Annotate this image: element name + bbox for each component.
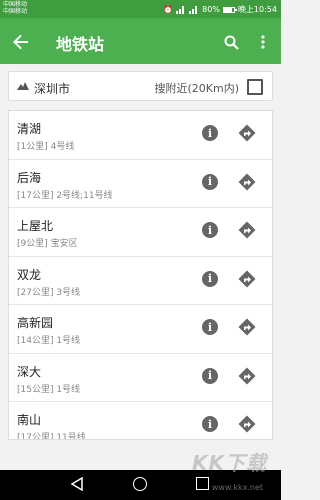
station-name: 后海 bbox=[17, 170, 42, 185]
info-icon[interactable]: i bbox=[202, 125, 218, 141]
station-row[interactable]: 南山 [17公里] 11号线 i bbox=[9, 402, 272, 440]
carrier-2: 中国移动 bbox=[3, 8, 28, 15]
station-detail: [1公里] 4号线 bbox=[17, 142, 75, 152]
watermark-logo: KK下载 bbox=[192, 451, 267, 475]
station-detail: [17公里] 11号线 bbox=[17, 433, 86, 440]
station-row[interactable]: 清湖 [1公里] 4号线 i bbox=[9, 111, 272, 160]
station-detail: [17公里] 2号线;11号线 bbox=[17, 190, 113, 201]
battery-icon bbox=[222, 6, 237, 13]
city-selector[interactable]: 深圳市 bbox=[34, 80, 70, 97]
info-icon[interactable]: i bbox=[202, 367, 218, 384]
station-name: 上屋北 bbox=[17, 219, 54, 233]
battery-text: 80% bbox=[202, 5, 220, 14]
back-button[interactable] bbox=[8, 29, 34, 55]
more-vert-icon bbox=[261, 35, 265, 49]
status-time: 晚上10:54 bbox=[237, 5, 277, 14]
signal-icon bbox=[176, 5, 186, 14]
station-name: 深大 bbox=[17, 364, 42, 379]
station-row[interactable]: 上屋北 [9公里] 宝安区 i bbox=[9, 208, 272, 257]
directions-icon[interactable] bbox=[238, 415, 256, 433]
nearby-checkbox[interactable] bbox=[247, 79, 263, 95]
directions-icon[interactable] bbox=[238, 367, 256, 385]
city-dropdown-icon[interactable] bbox=[17, 82, 29, 90]
carrier-1: 中国移动 bbox=[3, 1, 28, 8]
info-icon[interactable]: i bbox=[202, 319, 218, 335]
info-icon[interactable]: i bbox=[202, 270, 218, 287]
station-name: 清湖 bbox=[17, 122, 42, 136]
signal-icon-2 bbox=[189, 5, 199, 14]
arrow-back-icon bbox=[13, 34, 28, 50]
nav-home-icon[interactable] bbox=[133, 477, 147, 491]
station-name: 高新园 bbox=[17, 316, 54, 330]
directions-icon[interactable] bbox=[238, 124, 256, 142]
search-icon bbox=[224, 35, 239, 50]
station-row[interactable]: 高新园 [14公里] 1号线 i bbox=[9, 305, 272, 354]
directions-icon[interactable] bbox=[238, 221, 256, 239]
watermark-url: www.kkx.net bbox=[211, 483, 263, 492]
station-list: 清湖 [1公里] 4号线 i 后海 [17公里] 2号线;11号线 i 上屋北 [9公里] 宝… bbox=[8, 110, 273, 440]
search-button[interactable] bbox=[218, 29, 244, 55]
station-name: 双龙 bbox=[17, 267, 42, 282]
status-icons: ⏰ 80% 晚上10:54 bbox=[163, 4, 277, 15]
station-row[interactable]: 后海 [17公里] 2号线;11号线 i bbox=[9, 160, 272, 208]
station-detail: [9公里] 宝安区 bbox=[17, 239, 78, 249]
station-detail: [14公里] 1号线 bbox=[17, 336, 81, 346]
info-icon[interactable]: i bbox=[202, 173, 218, 190]
station-row[interactable]: 深大 [15公里] 1号线 i bbox=[9, 354, 272, 402]
station-detail: [15公里] 1号线 bbox=[17, 384, 81, 395]
alarm-icon: ⏰ bbox=[163, 5, 174, 14]
page-title: 地铁站 bbox=[56, 35, 105, 54]
info-icon[interactable]: i bbox=[202, 222, 218, 238]
app-bar: 地铁站 bbox=[0, 18, 281, 64]
station-name: 南山 bbox=[17, 413, 42, 427]
directions-icon[interactable] bbox=[238, 318, 256, 336]
info-icon[interactable]: i bbox=[202, 416, 218, 432]
carrier-info: 中国移动 中国移动 bbox=[3, 1, 27, 15]
more-options-button[interactable] bbox=[253, 29, 273, 55]
station-row[interactable]: 双龙 [27公里] 3号线 i bbox=[9, 257, 272, 305]
filter-bar: 深圳市 搜附近(20Km内) bbox=[8, 71, 273, 101]
directions-icon[interactable] bbox=[238, 173, 256, 191]
nav-back-icon[interactable] bbox=[70, 477, 84, 491]
nearby-label: 搜附近(20Km内) bbox=[154, 82, 239, 95]
station-detail: [27公里] 3号线 bbox=[17, 287, 81, 298]
nav-recent-apps-icon[interactable] bbox=[196, 477, 209, 490]
status-bar: 中国移动 中国移动 ⏰ 80% 晚上10:54 bbox=[0, 0, 281, 18]
directions-icon[interactable] bbox=[238, 270, 256, 288]
